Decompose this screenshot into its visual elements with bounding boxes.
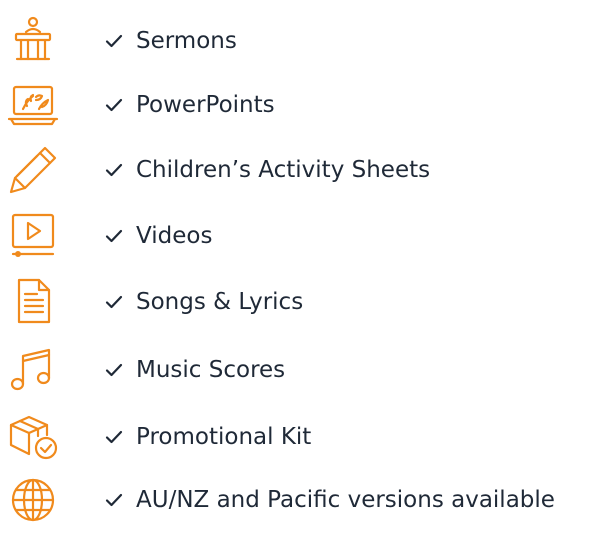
- feature-label: Music Scores: [136, 357, 286, 383]
- checkmark-icon: [103, 489, 125, 511]
- feature-list: Sermons PowerPoints Children’s Activity …: [0, 0, 597, 529]
- presentation-laptop-icon: [4, 76, 62, 134]
- music-note-icon: [4, 341, 62, 399]
- feature-item-sermons: Sermons: [0, 8, 597, 74]
- feature-label: Children’s Activity Sheets: [136, 157, 431, 183]
- feature-label: Promotional Kit: [136, 424, 312, 450]
- feature-label: Videos: [136, 223, 213, 249]
- pencil-icon: [4, 141, 62, 199]
- checkmark-icon: [103, 94, 125, 116]
- video-play-icon: [4, 207, 62, 265]
- feature-item-songs-lyrics: Songs & Lyrics: [0, 269, 597, 335]
- checkmark-icon: [103, 30, 125, 52]
- feature-item-activity-sheets: Children’s Activity Sheets: [0, 137, 597, 203]
- feature-item-promotional-kit: Promotional Kit: [0, 404, 597, 470]
- feature-label: Sermons: [136, 28, 237, 54]
- feature-label: Songs & Lyrics: [136, 289, 304, 315]
- feature-item-music-scores: Music Scores: [0, 337, 597, 403]
- checkmark-icon: [103, 159, 125, 181]
- pulpit-icon: [4, 12, 62, 70]
- feature-item-powerpoints: PowerPoints: [0, 72, 597, 138]
- checkmark-icon: [103, 291, 125, 313]
- feature-label: PowerPoints: [136, 92, 275, 118]
- checkmark-icon: [103, 225, 125, 247]
- globe-icon: [4, 471, 62, 529]
- document-lines-icon: [4, 273, 62, 331]
- checkmark-icon: [103, 426, 125, 448]
- box-check-icon: [4, 408, 62, 466]
- feature-item-videos: Videos: [0, 203, 597, 269]
- checkmark-icon: [103, 359, 125, 381]
- feature-label: AU/NZ and Pacific versions available: [136, 487, 555, 513]
- feature-item-regional-versions: AU/NZ and Pacific versions available: [0, 467, 597, 533]
